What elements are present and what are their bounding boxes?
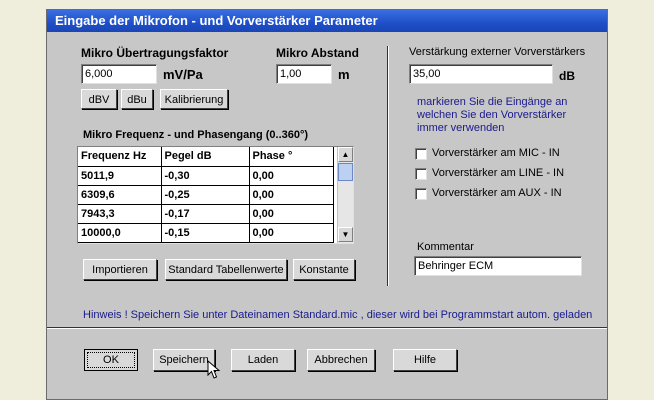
table-header-row: Frequenz Hz Pegel dB Phase ° — [78, 147, 334, 167]
table-row[interactable]: 6309,6 -0,25 0,00 — [78, 185, 334, 205]
kommentar-input[interactable]: Behringer ECM — [414, 256, 582, 276]
abbrechen-button[interactable]: Abbrechen — [307, 349, 375, 371]
konstante-button[interactable]: Konstante — [293, 259, 355, 280]
importieren-button[interactable]: Importieren — [83, 259, 157, 280]
col-header-frequenz[interactable]: Frequenz Hz — [78, 147, 162, 167]
dialog-window: Eingabe der Mikrofon - und Vorverstärker… — [46, 9, 608, 400]
mic-in-label[interactable]: Vorverstärker am MIC - IN — [432, 147, 560, 159]
mikro-factor-input[interactable]: 6,000 — [81, 64, 157, 84]
cell-phase[interactable]: 0,00 — [249, 223, 334, 243]
abstand-unit: m — [338, 67, 350, 82]
cell-frequenz[interactable]: 5011,9 — [78, 166, 162, 186]
cell-phase[interactable]: 0,00 — [249, 185, 334, 205]
table-scrollbar[interactable]: ▲ ▼ — [337, 147, 353, 243]
scroll-up-icon[interactable]: ▲ — [338, 147, 353, 162]
vertical-divider — [387, 46, 389, 286]
hint-line: markieren Sie die Eingänge an — [417, 96, 568, 108]
table-row[interactable]: 10000,0 -0,15 0,00 — [78, 223, 334, 243]
mic-in-checkbox[interactable] — [415, 148, 427, 160]
freq-table[interactable]: Frequenz Hz Pegel dB Phase ° 5011,9 -0,3… — [77, 146, 354, 244]
cell-phase[interactable]: 0,00 — [249, 166, 334, 186]
cell-pegel[interactable]: -0,17 — [161, 204, 250, 224]
line-in-checkbox[interactable] — [415, 168, 427, 180]
freq-table-title: Mikro Frequenz - und Phasengang (0..360°… — [83, 129, 309, 141]
table-row[interactable]: 7943,3 -0,17 0,00 — [78, 204, 334, 224]
hilfe-button[interactable]: Hilfe — [393, 349, 457, 371]
abstand-input[interactable]: 1,00 — [276, 64, 332, 84]
cell-pegel[interactable]: -0,15 — [161, 223, 250, 243]
table-row[interactable]: 5011,9 -0,30 0,00 — [78, 166, 334, 186]
cell-pegel[interactable]: -0,30 — [161, 166, 250, 186]
ok-button[interactable]: OK — [84, 349, 138, 371]
speichern-button[interactable]: Speichern — [153, 349, 215, 371]
hinweis-text: Hinweis ! Speichern Sie unter Dateinamen… — [83, 309, 593, 321]
horizontal-divider — [47, 327, 607, 329]
kommentar-label: Kommentar — [417, 241, 474, 253]
title-bar[interactable]: Eingabe der Mikrofon - und Vorverstärker… — [47, 10, 607, 32]
kalibrierung-button[interactable]: Kalibrierung — [160, 89, 228, 109]
line-in-label[interactable]: Vorverstärker am LINE - IN — [432, 167, 564, 179]
dbv-button[interactable]: dBV — [81, 89, 117, 109]
scroll-thumb[interactable] — [338, 163, 353, 181]
cell-phase[interactable]: 0,00 — [249, 204, 334, 224]
vorverstaerker-label: Verstärkung externer Vorverstärkers — [409, 46, 586, 58]
cell-pegel[interactable]: -0,25 — [161, 185, 250, 205]
vorverstaerker-unit: dB — [559, 69, 575, 83]
cell-frequenz[interactable]: 10000,0 — [78, 223, 162, 243]
cell-frequenz[interactable]: 7943,3 — [78, 204, 162, 224]
aux-in-checkbox[interactable] — [415, 188, 427, 200]
mouse-cursor-icon — [207, 360, 221, 379]
col-header-pegel[interactable]: Pegel dB — [161, 147, 250, 167]
mikro-factor-unit: mV/Pa — [163, 67, 203, 82]
abstand-label: Mikro Abstand — [276, 46, 359, 60]
laden-button[interactable]: Laden — [231, 349, 295, 371]
col-header-phase[interactable]: Phase ° — [249, 147, 334, 167]
mikro-factor-label: Mikro Übertragungsfaktor — [81, 46, 229, 60]
aux-in-label[interactable]: Vorverstärker am AUX - IN — [432, 187, 562, 199]
vorverstaerker-input[interactable]: 35,00 — [409, 64, 553, 84]
hint-line: immer verwenden — [417, 122, 505, 134]
hint-line: welchen Sie den Vorverstärker — [417, 109, 567, 121]
standard-tabellenwerte-button[interactable]: Standard Tabellenwerte — [165, 259, 287, 280]
scroll-down-icon[interactable]: ▼ — [338, 227, 353, 242]
cell-frequenz[interactable]: 6309,6 — [78, 185, 162, 205]
dbu-button[interactable]: dBu — [121, 89, 153, 109]
